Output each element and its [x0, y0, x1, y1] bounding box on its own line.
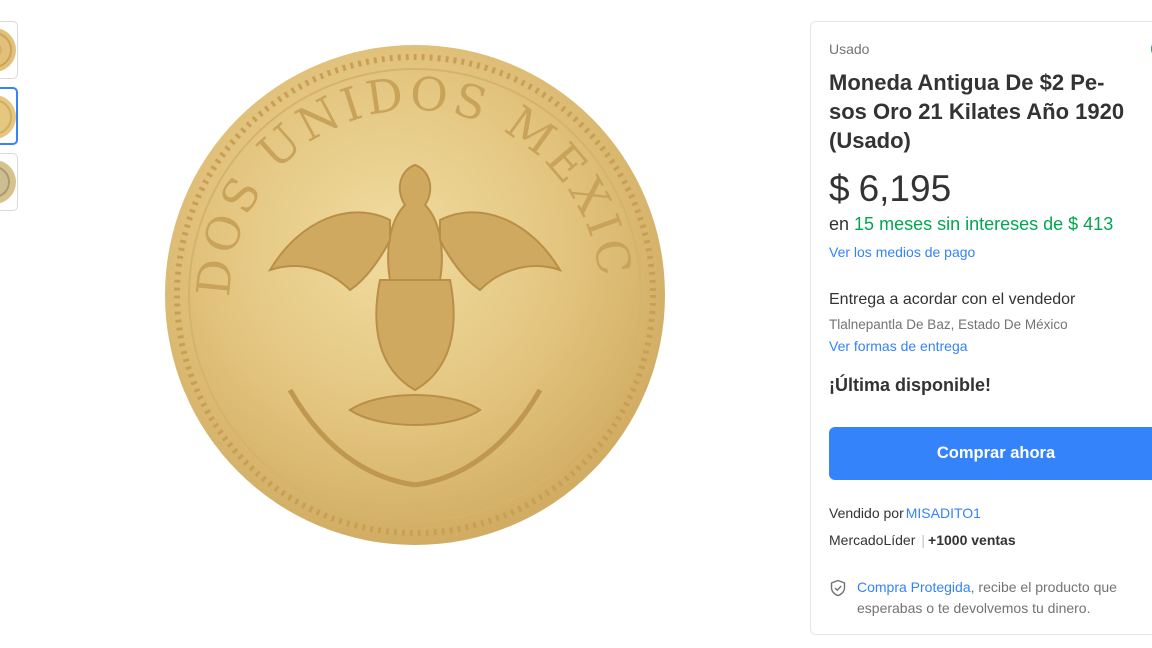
seller-info: Vendido por MISADITO1 — [829, 505, 981, 521]
thumbnail-2-selected[interactable] — [0, 87, 18, 145]
installments-text: 15 meses sin intereses de $ 413 — [854, 214, 1114, 234]
buy-now-label: Comprar ahora — [936, 444, 1056, 462]
buy-now-button[interactable]: Comprar ahora — [829, 427, 1152, 480]
payment-methods-link[interactable]: Ver los medios de pago — [829, 244, 975, 260]
seller-name-link[interactable]: MISADITO1 — [906, 505, 981, 521]
seller-prefix: Vendido por — [829, 505, 904, 521]
coin-thumbnail-image — [0, 160, 16, 204]
shipping-title: Entrega a acordar con el vendedor — [829, 291, 1076, 308]
price-currency: $ — [829, 168, 850, 209]
stock-label: ¡Última disponible! — [829, 375, 991, 395]
shield-check-icon — [830, 579, 846, 597]
seller-reputation: MercadoLíder | +1000 ventas — [829, 532, 1016, 548]
price-amount: 6,195 — [858, 168, 952, 209]
thumbnail-1[interactable] — [0, 21, 18, 79]
separator: | — [921, 532, 926, 548]
protection-text: Compra Protegida, recibe el producto que… — [857, 577, 1152, 619]
shipping-options-link[interactable]: Ver formas de entrega — [829, 338, 968, 354]
protected-purchase-link[interactable]: Compra Protegida — [857, 579, 971, 595]
mercadolider-badge: MercadoLíder — [829, 532, 916, 548]
thumbnail-3[interactable] — [0, 153, 18, 211]
condition-label: Usado — [829, 41, 870, 57]
thumbnail-list — [0, 21, 20, 219]
main-product-image[interactable]: ESTADOS UNIDOS MEXICANOS — [150, 30, 680, 560]
coin-thumbnail-image — [0, 95, 16, 139]
product-title: Moneda Antigua De $2 Pe-sos Oro 21 Kilat… — [829, 70, 1125, 153]
buy-box: Usado Moneda Antigua De $2 Pe-sos Oro 21… — [810, 21, 1152, 635]
coin-thumbnail-image — [0, 28, 16, 72]
installments: en 15 meses sin intereses de $ 413 — [829, 214, 1113, 235]
shipping-location: Tlalnepantla De Baz, Estado De México — [829, 317, 1068, 332]
price: $6,195 — [829, 168, 951, 210]
sales-count: +1000 ventas — [928, 532, 1016, 548]
product-page: ESTADOS UNIDOS MEXICANOS Usado Moneda An… — [0, 0, 1152, 648]
installments-prefix: en — [829, 214, 850, 234]
